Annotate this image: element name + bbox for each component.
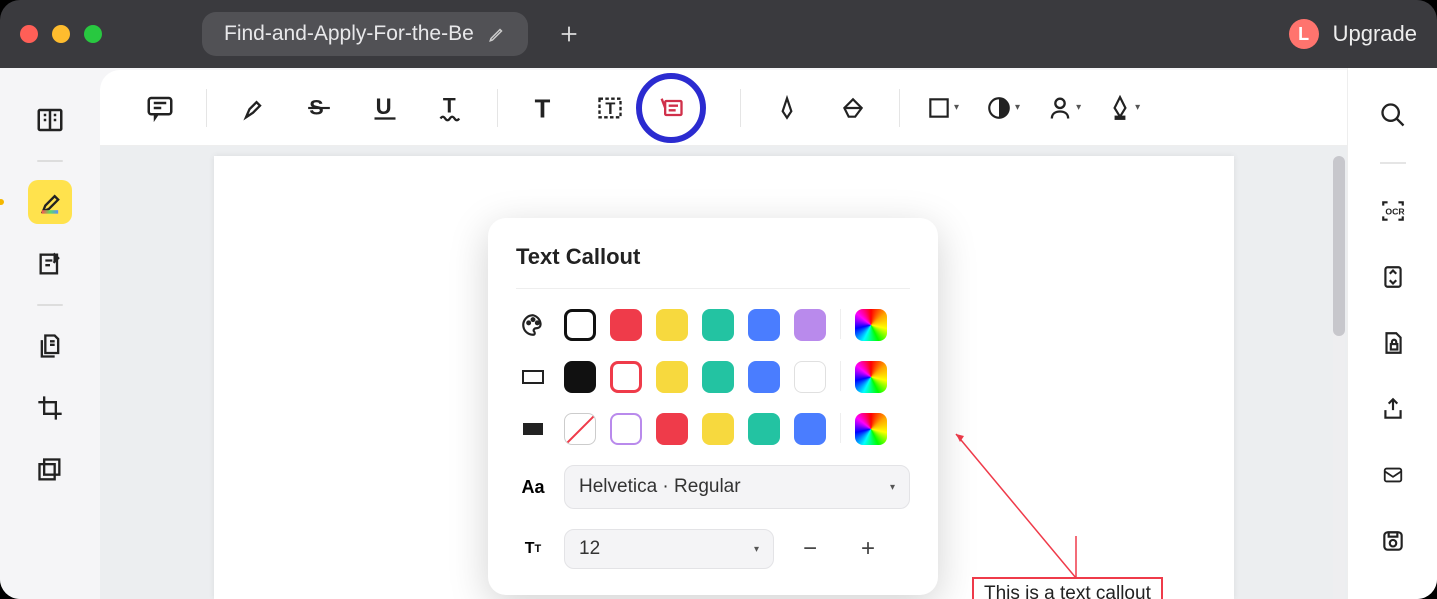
vertical-scrollbar[interactable]: [1333, 156, 1345, 599]
document-tab[interactable]: Find-and-Apply-For-the-Be: [202, 12, 528, 56]
fill-color-swatch-purple-outline[interactable]: [610, 413, 642, 445]
squiggly-underline-button[interactable]: T: [431, 88, 471, 128]
decrease-size-button[interactable]: −: [788, 529, 832, 569]
text-color-swatch-purple[interactable]: [794, 309, 826, 341]
close-window-button[interactable]: [20, 25, 38, 43]
ocr-icon[interactable]: OCR: [1374, 192, 1412, 230]
text-color-swatch-black[interactable]: [564, 309, 596, 341]
callout-text-box[interactable]: This is a text callout: [972, 577, 1163, 599]
edit-tool-button[interactable]: [28, 242, 72, 286]
save-icon[interactable]: [1374, 522, 1412, 560]
text-color-row: [516, 309, 910, 341]
border-color-row: [516, 361, 910, 393]
fill-color-swatch-none[interactable]: [564, 413, 596, 445]
underline-button[interactable]: U: [365, 88, 405, 128]
lock-document-icon[interactable]: [1374, 324, 1412, 362]
text-tool-button[interactable]: T: [524, 88, 564, 128]
fill-color-swatch-yellow[interactable]: [702, 413, 734, 445]
crop-tool-button[interactable]: [28, 386, 72, 430]
right-rail: OCR: [1347, 68, 1437, 599]
pages-tool-button[interactable]: [28, 324, 72, 368]
border-color-custom-button[interactable]: [855, 361, 887, 393]
avatar: L: [1289, 19, 1319, 49]
font-size-row: TT 12 ▾ − +: [516, 529, 910, 569]
text-color-custom-button[interactable]: [855, 309, 887, 341]
pencil-icon: [488, 25, 506, 43]
fill-color-swatch-red[interactable]: [656, 413, 688, 445]
share-icon[interactable]: [1374, 390, 1412, 428]
textbox-tool-button[interactable]: T: [590, 88, 630, 128]
maximize-window-button[interactable]: [84, 25, 102, 43]
highlight-text-button[interactable]: [233, 88, 273, 128]
text-callout-popup: Text Callout: [488, 218, 938, 595]
fill-color-swatch-teal[interactable]: [748, 413, 780, 445]
minimize-window-button[interactable]: [52, 25, 70, 43]
search-icon[interactable]: [1374, 96, 1412, 134]
fill-color-row: [516, 413, 910, 445]
increase-size-button[interactable]: +: [846, 529, 890, 569]
font-family-select[interactable]: Helvetica · Regular ▾: [564, 465, 910, 509]
svg-text:U: U: [376, 94, 392, 119]
left-rail: [0, 68, 100, 599]
shape-tool-dropdown[interactable]: ▾: [926, 95, 959, 121]
ink-tool-dropdown[interactable]: ▾: [1107, 93, 1140, 123]
fill-color-icon: [516, 420, 550, 438]
callout-tool-highlighted[interactable]: [636, 73, 706, 143]
fill-color-custom-button[interactable]: [855, 413, 887, 445]
font-family-row: Aa Helvetica · Regular ▾: [516, 465, 910, 509]
tab-title: Find-and-Apply-For-the-Be: [224, 22, 474, 46]
chevron-down-icon: ▾: [754, 544, 759, 555]
border-color-swatch-yellow[interactable]: [656, 361, 688, 393]
new-tab-button[interactable]: [558, 23, 580, 45]
chevron-down-icon: ▾: [890, 482, 895, 493]
svg-text:T: T: [605, 99, 615, 117]
svg-text:T: T: [535, 95, 551, 122]
svg-text:T: T: [443, 94, 456, 117]
highlighter-tool-button[interactable]: [28, 180, 72, 224]
reader-mode-button[interactable]: [28, 98, 72, 142]
eraser-tool-button[interactable]: [833, 88, 873, 128]
border-color-swatch-red-selected[interactable]: [610, 361, 642, 393]
font-size-icon: TT: [516, 540, 550, 558]
border-color-icon: [516, 367, 550, 387]
upgrade-label: Upgrade: [1333, 21, 1417, 47]
border-color-swatch-blue[interactable]: [748, 361, 780, 393]
pen-tool-button[interactable]: [767, 88, 807, 128]
border-color-swatch-black[interactable]: [564, 361, 596, 393]
fill-color-swatch-blue[interactable]: [794, 413, 826, 445]
font-family-icon: Aa: [516, 477, 550, 498]
text-color-swatch-teal[interactable]: [702, 309, 734, 341]
top-toolbar: S U T T T: [100, 70, 1347, 146]
text-color-swatch-yellow[interactable]: [656, 309, 688, 341]
signature-tool-dropdown[interactable]: ▾: [1046, 94, 1081, 122]
popup-title: Text Callout: [516, 244, 910, 270]
stack-tool-button[interactable]: [28, 448, 72, 492]
text-color-swatch-blue[interactable]: [748, 309, 780, 341]
font-size-select[interactable]: 12 ▾: [564, 529, 774, 569]
rail-separator: [37, 304, 63, 306]
note-tool-button[interactable]: [140, 88, 180, 128]
convert-icon[interactable]: [1374, 258, 1412, 296]
border-color-swatch-white[interactable]: [794, 361, 826, 393]
callout-arrow: [948, 426, 1088, 586]
titlebar: Find-and-Apply-For-the-Be L Upgrade: [0, 0, 1437, 68]
svg-text:OCR: OCR: [1385, 206, 1405, 216]
traffic-lights: [20, 25, 102, 43]
stamp-tool-dropdown[interactable]: ▾: [985, 95, 1020, 121]
border-color-swatch-teal[interactable]: [702, 361, 734, 393]
strikethrough-button[interactable]: S: [299, 88, 339, 128]
upgrade-area[interactable]: L Upgrade: [1289, 19, 1417, 49]
rail-separator: [37, 160, 63, 162]
mail-icon[interactable]: [1374, 456, 1412, 494]
palette-icon: [516, 312, 550, 338]
scrollbar-thumb[interactable]: [1333, 156, 1345, 336]
text-color-swatch-red[interactable]: [610, 309, 642, 341]
